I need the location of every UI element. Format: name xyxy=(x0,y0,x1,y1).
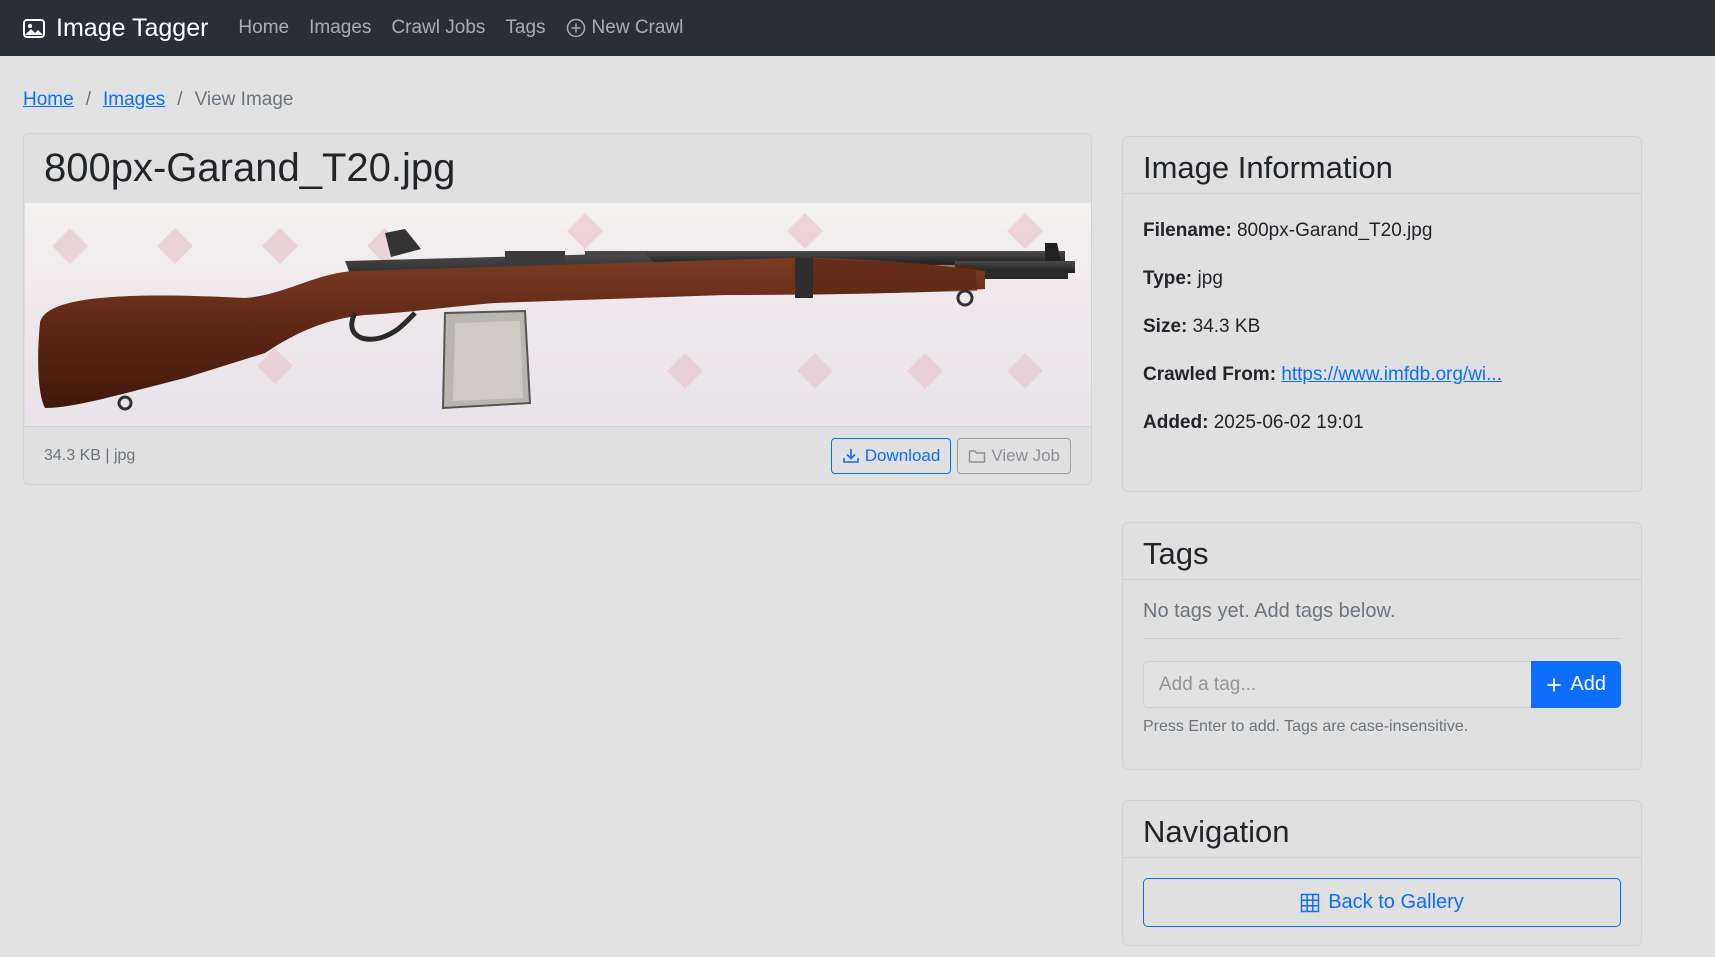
image-icon xyxy=(23,19,45,38)
type-value: jpg xyxy=(1197,268,1223,289)
view-job-button[interactable]: View Job xyxy=(957,437,1071,474)
image-meta: 34.3 KB | jpg xyxy=(44,446,136,464)
brand[interactable]: Image Tagger xyxy=(22,14,208,43)
type-row: Type: jpg xyxy=(1143,268,1621,290)
navigation-header: Navigation xyxy=(1123,801,1641,858)
plus-circle-icon xyxy=(566,18,585,38)
breadcrumb: Home / Images / View Image xyxy=(23,89,294,111)
brand-label: Image Tagger xyxy=(56,13,209,42)
breadcrumb-images[interactable]: Images xyxy=(103,89,165,111)
crawled-from-link[interactable]: https://www.imfdb.org/wi... xyxy=(1281,364,1502,385)
added-row: Added: 2025-06-02 19:01 xyxy=(1143,412,1621,434)
rifle-image xyxy=(38,213,1075,411)
back-to-gallery-label: Back to Gallery xyxy=(1328,891,1464,913)
nav-new-crawl[interactable]: New Crawl xyxy=(566,17,684,39)
size-label: Size: xyxy=(1143,316,1188,337)
download-icon xyxy=(842,448,859,463)
tag-help-text: Press Enter to add. Tags are case-insens… xyxy=(1143,718,1469,735)
breadcrumb-home[interactable]: Home xyxy=(23,89,74,111)
nav-tags[interactable]: Tags xyxy=(505,17,545,39)
download-label: Download xyxy=(864,445,941,465)
view-job-label: View Job xyxy=(991,445,1060,465)
navigation-card: Navigation Back to Gallery xyxy=(1122,800,1642,946)
filename-label: Filename: xyxy=(1143,220,1232,241)
top-navbar: Image Tagger Home Images Crawl Jobs Tags… xyxy=(0,0,1715,56)
breadcrumb-separator: / xyxy=(85,89,91,110)
image-title: 800px-Garand_T20.jpg xyxy=(44,146,456,190)
download-button[interactable]: Download xyxy=(830,437,952,474)
type-label: Type: xyxy=(1143,268,1193,289)
grid-icon xyxy=(1300,893,1320,912)
nav-home[interactable]: Home xyxy=(238,17,289,39)
add-tag-button[interactable]: Add xyxy=(1531,661,1621,708)
image-preview xyxy=(25,203,1091,426)
crawled-from-label: Crawled From: xyxy=(1143,364,1277,385)
nav-crawl-jobs[interactable]: Crawl Jobs xyxy=(391,17,485,39)
tags-header: Tags xyxy=(1123,523,1641,580)
new-crawl-label: New Crawl xyxy=(591,17,684,38)
breadcrumb-active: View Image xyxy=(194,89,294,110)
added-label: Added: xyxy=(1143,412,1209,433)
crawled-from-row: Crawled From: https://www.imfdb.org/wi..… xyxy=(1143,364,1621,386)
plus-icon xyxy=(1547,678,1561,691)
tag-input[interactable] xyxy=(1143,661,1532,708)
back-to-gallery-button[interactable]: Back to Gallery xyxy=(1143,878,1621,927)
added-value: 2025-06-02 19:01 xyxy=(1213,412,1364,433)
size-row: Size: 34.3 KB xyxy=(1143,316,1621,338)
info-header: Image Information xyxy=(1123,137,1641,194)
image-card-footer: 34.3 KB | jpg Download View Job xyxy=(24,426,1091,484)
filename-value: 800px-Garand_T20.jpg xyxy=(1236,220,1433,241)
image-card: 800px-Garand_T20.jpg 34.3 KB | jpg Downl… xyxy=(23,133,1092,485)
tag-input-group: Add xyxy=(1143,661,1621,708)
size-value: 34.3 KB xyxy=(1192,316,1261,337)
nav-images[interactable]: Images xyxy=(309,17,371,39)
filename-row: Filename: 800px-Garand_T20.jpg xyxy=(1143,220,1621,242)
tags-card: Tags No tags yet. Add tags below. Add Pr… xyxy=(1122,522,1642,770)
add-tag-label: Add xyxy=(1570,673,1606,695)
breadcrumb-separator: / xyxy=(177,89,183,110)
folder-icon xyxy=(969,449,986,463)
image-information-card: Image Information Filename: 800px-Garand… xyxy=(1122,136,1642,492)
no-tags-message: No tags yet. Add tags below. xyxy=(1143,600,1621,639)
